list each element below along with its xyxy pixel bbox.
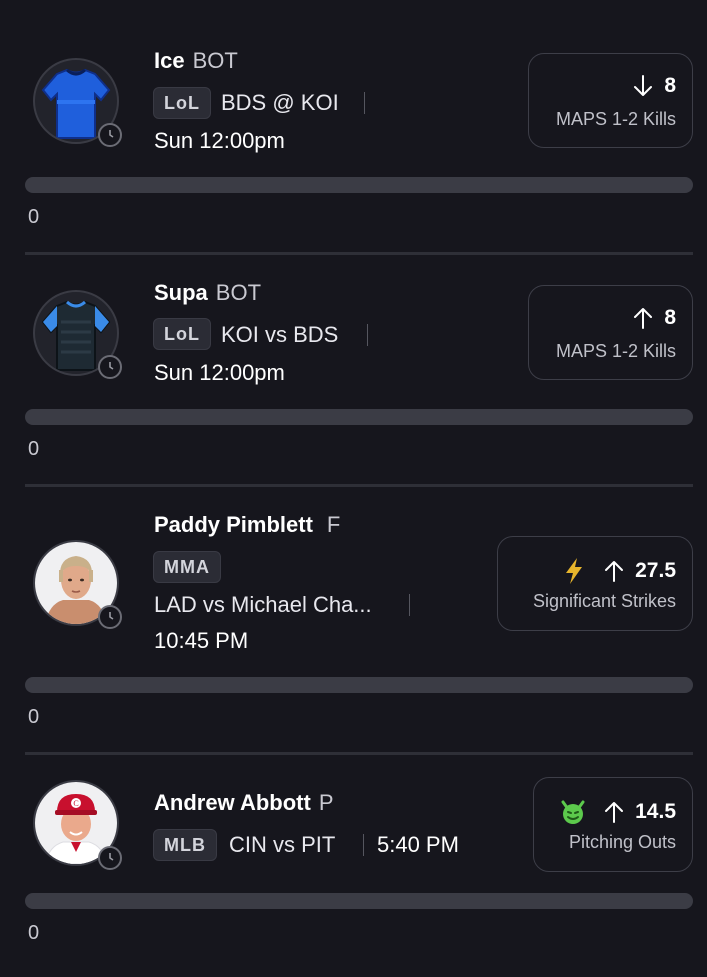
stat-type: Significant Strikes [532, 591, 676, 611]
projection-line: 14.5 [559, 798, 676, 826]
clock-icon [98, 846, 122, 870]
divider [25, 752, 693, 755]
clock-icon [98, 123, 122, 147]
game-time: 5:40 PM [377, 832, 459, 857]
player-name-line: Andrew Abbott P [154, 790, 334, 816]
line-value: 14.5 [635, 800, 676, 823]
divider [367, 324, 368, 346]
projection-button[interactable]: 27.5 Significant Strikes [497, 536, 693, 631]
clock-icon [98, 605, 122, 629]
stat-type: MAPS 1-2 Kills [555, 109, 676, 129]
projection-line: 27.5 [563, 557, 676, 585]
player-name-line: Ice BOT [154, 48, 238, 74]
player-position: P [318, 790, 334, 815]
league-badge: MLB [153, 829, 217, 861]
game-time: Sun 12:00pm [154, 360, 285, 385]
progress-bar [25, 409, 693, 425]
line-value: 8 [664, 306, 676, 329]
svg-text:C: C [73, 799, 78, 808]
divider [25, 484, 693, 487]
stat-type: Pitching Outs [568, 832, 676, 852]
divider [409, 594, 410, 616]
player-name: Paddy Pimblett [154, 512, 313, 537]
player-name: Ice [154, 48, 185, 73]
league-badge: LoL [153, 87, 211, 119]
lightning-bolt-icon [566, 558, 583, 584]
divider [364, 92, 365, 114]
projection-line: 8 [632, 306, 676, 330]
matchup-text: LAD vs Michael Cha... [154, 592, 372, 617]
player-name-line: Supa BOT [154, 280, 261, 306]
green-devil-icon [561, 800, 585, 824]
player-name-line: Paddy Pimblett F [154, 512, 340, 538]
progress-bar [25, 177, 693, 193]
clock-icon [98, 355, 122, 379]
player-position: BOT [192, 48, 238, 73]
projection-line: 8 [632, 74, 676, 98]
projection-button[interactable]: 14.5 Pitching Outs [533, 777, 693, 872]
matchup-text: CIN vs PIT [229, 832, 336, 857]
divider [25, 252, 693, 255]
divider [363, 834, 364, 856]
game-time: 10:45 PM [154, 628, 249, 653]
league-badge: MMA [153, 551, 221, 583]
line-value: 8 [664, 74, 676, 97]
matchup-text: BDS @ KOI [221, 90, 339, 115]
pick-count: 0 [28, 206, 40, 228]
game-time: Sun 12:00pm [154, 128, 285, 153]
player-name: Supa [154, 280, 208, 305]
arrow-up-icon [634, 308, 653, 329]
pick-count: 0 [28, 438, 40, 460]
progress-bar [25, 893, 693, 909]
pick-count: 0 [28, 706, 40, 728]
player-position: F [326, 512, 341, 537]
stat-type: MAPS 1-2 Kills [555, 341, 676, 361]
projection-button[interactable]: 8 MAPS 1-2 Kills [528, 53, 693, 148]
league-badge: LoL [153, 318, 211, 350]
arrow-up-icon [605, 561, 624, 582]
arrow-down-icon [634, 75, 653, 96]
matchup-text: KOI vs BDS [221, 322, 339, 347]
player-name: Andrew Abbott [154, 790, 311, 815]
line-value: 27.5 [635, 559, 676, 582]
pick-count: 0 [28, 922, 40, 944]
progress-bar [25, 677, 693, 693]
arrow-up-icon [605, 802, 624, 823]
player-position: BOT [215, 280, 262, 305]
projection-button[interactable]: 8 MAPS 1-2 Kills [528, 285, 693, 380]
